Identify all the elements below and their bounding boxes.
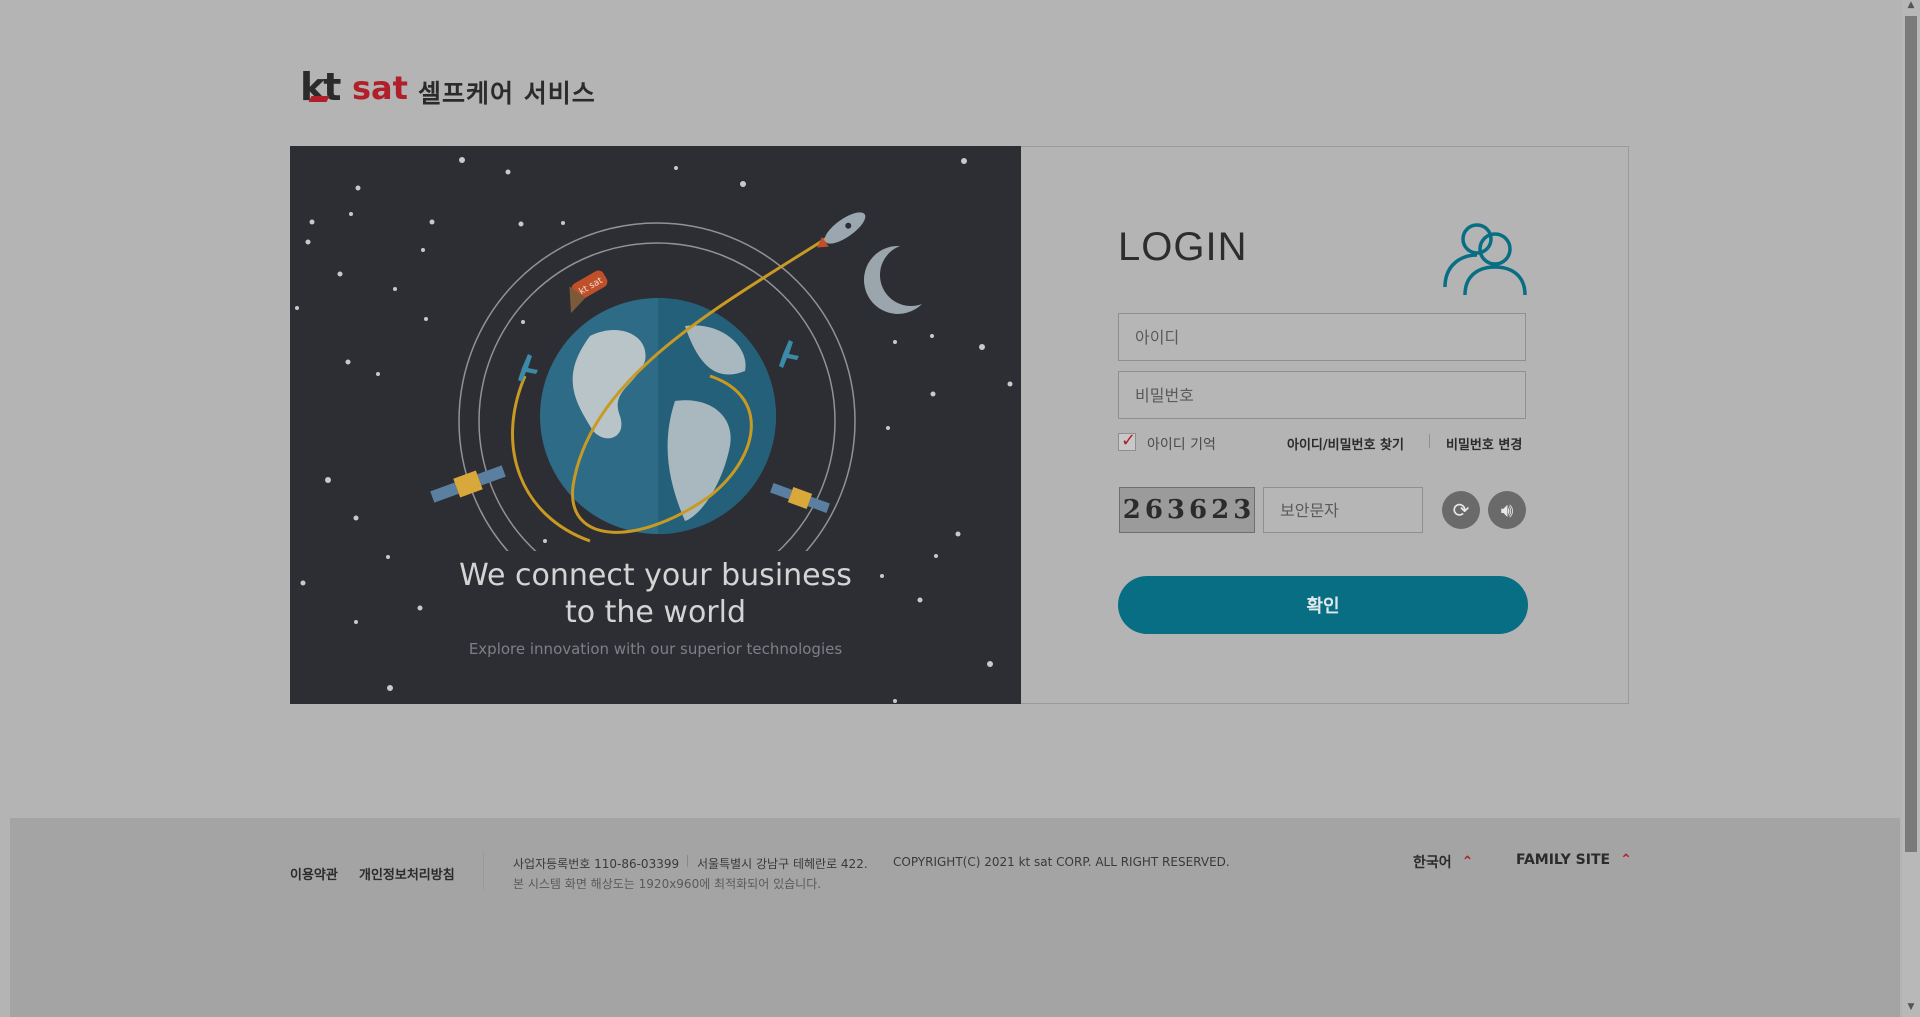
captcha-digit: 2 — [1122, 495, 1141, 525]
language-label: 한국어 — [1413, 855, 1452, 871]
family-site-label: FAMILY SITE — [1516, 852, 1611, 868]
captcha-digit: 6 — [1144, 495, 1163, 525]
link-divider — [1429, 434, 1430, 448]
captcha-audio-button[interactable]: 🔊︎ — [1488, 491, 1526, 529]
login-panel: LOGIN ✓ 아이디 기억 아이디/비밀번호 찾기 비밀번호 변경 2 6 3… — [1021, 146, 1629, 704]
captcha-digit: 3 — [1233, 495, 1252, 525]
login-title: LOGIN — [1118, 225, 1248, 269]
privacy-policy-link[interactable]: 개인정보처리방침 — [359, 864, 455, 883]
change-password-link[interactable]: 비밀번호 변경 — [1446, 434, 1522, 453]
resolution-notice: 본 시스템 화면 해상도는 1920x960에 최적화되어 있습니다. — [513, 877, 822, 891]
checkmark-icon: ✓ — [1121, 430, 1137, 451]
info-divider — [687, 855, 688, 867]
copyright-text: COPYRIGHT(C) 2021 kt sat CORP. ALL RIGHT… — [893, 855, 1230, 869]
captcha-input[interactable] — [1263, 487, 1423, 533]
business-registration-number: 사업자등록번호 110-86-03399 — [513, 857, 680, 871]
language-select[interactable]: 한국어 ⌃ — [1413, 852, 1473, 872]
company-address: 서울특별시 강남구 테헤란로 422. — [697, 857, 868, 871]
terms-link[interactable]: 이용약관 — [290, 864, 338, 883]
captcha-digit: 6 — [1189, 495, 1208, 525]
refresh-icon: ⟳ — [1452, 498, 1470, 522]
password-input[interactable] — [1118, 371, 1526, 419]
users-icon — [1443, 223, 1527, 296]
logo-accent — [308, 96, 330, 102]
captcha-digit: 3 — [1166, 495, 1185, 525]
tagline-line2: to the world — [564, 595, 747, 630]
login-confirm-button[interactable]: 확인 — [1118, 576, 1528, 634]
illustration-panel: kt sat We connect your business to the w… — [290, 146, 1021, 704]
captcha-image: 2 6 3 6 2 3 — [1119, 487, 1255, 533]
speaker-icon: 🔊︎ — [1500, 498, 1514, 522]
footer — [10, 818, 1900, 1017]
tagline-subtitle: Explore innovation with our superior tec… — [468, 640, 843, 658]
service-title: 셀프케어 서비스 — [418, 79, 596, 108]
captcha-refresh-button[interactable]: ⟳ — [1442, 491, 1480, 529]
footer-divider — [483, 852, 484, 890]
remember-id-label[interactable]: 아이디 기억 — [1147, 434, 1216, 454]
chevron-up-icon: ⌃ — [1620, 852, 1632, 868]
family-site-select[interactable]: FAMILY SITE ⌃ — [1516, 852, 1632, 868]
scrollbar-thumb[interactable] — [1905, 16, 1917, 852]
logo-sat: sat — [352, 69, 408, 107]
scroll-down-icon[interactable]: ▼ — [1902, 1002, 1920, 1016]
find-id-password-link[interactable]: 아이디/비밀번호 찾기 — [1287, 434, 1404, 453]
id-input[interactable] — [1118, 313, 1526, 361]
scroll-up-icon[interactable]: ▲ — [1902, 0, 1920, 14]
tagline-line1: We connect your business — [459, 558, 852, 593]
captcha-digit: 2 — [1211, 495, 1230, 525]
chevron-up-icon: ⌃ — [1461, 854, 1474, 870]
